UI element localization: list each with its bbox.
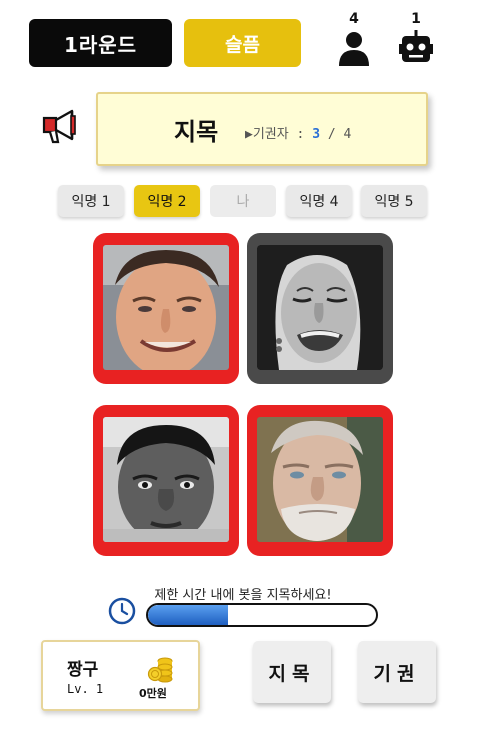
player-tab-self: 나 — [210, 185, 276, 217]
abstain-count: ▶기권자 : 3 / 4 — [245, 123, 351, 142]
photo-card-4[interactable] — [247, 405, 393, 556]
bot-count: 1 — [411, 11, 421, 27]
robot-icon — [399, 30, 433, 62]
coins-icon — [147, 657, 173, 683]
abstain-separator: / — [320, 127, 344, 142]
abstain-total: 4 — [343, 127, 352, 142]
profile-money: 0만원 — [139, 687, 167, 700]
point-button[interactable]: 지목 — [253, 641, 331, 703]
timer-instruction: 제한 시간 내에 봇을 지목하세요! — [154, 588, 332, 603]
human-count: 4 — [349, 11, 359, 27]
round-badge: 1라운드 — [29, 19, 172, 67]
photo-card-3[interactable] — [93, 405, 239, 556]
human-counter: 4 — [334, 10, 374, 66]
timer-progress-bar — [146, 603, 378, 627]
player-tab-4[interactable]: 익명 4 — [286, 185, 352, 217]
megaphone-icon — [42, 109, 76, 144]
profile-card: 짱구 Lv. 1 0만원 — [41, 640, 200, 711]
abstain-current: 3 — [312, 127, 321, 142]
player-tabs: 익명 1 익명 2 나 익명 4 익명 5 — [58, 185, 430, 217]
player-tab-5[interactable]: 익명 5 — [361, 185, 427, 217]
photo-card-2[interactable] — [247, 233, 393, 384]
boy-portrait-photo — [103, 417, 229, 542]
topic-title: 지목 — [174, 118, 219, 146]
mood-badge: 슬픔 — [184, 19, 301, 67]
player-tab-2[interactable]: 익명 2 — [134, 185, 200, 217]
timer-progress-fill — [148, 605, 228, 625]
smiling-man-photo — [103, 245, 229, 370]
crying-woman-photo — [257, 245, 383, 370]
abstain-button[interactable]: 기권 — [358, 641, 436, 703]
old-man-portrait-photo — [257, 417, 383, 542]
clock-icon — [108, 597, 136, 625]
player-tab-1[interactable]: 익명 1 — [58, 185, 124, 217]
profile-level: Lv. 1 — [67, 682, 104, 696]
abstain-label: ▶기권자 : — [245, 127, 313, 142]
topic-panel: 지목 ▶기권자 : 3 / 4 — [96, 92, 428, 166]
bot-counter: 1 — [396, 10, 436, 66]
photo-card-1[interactable] — [93, 233, 239, 384]
profile-name: 짱구 — [67, 660, 99, 680]
person-icon — [339, 32, 369, 66]
